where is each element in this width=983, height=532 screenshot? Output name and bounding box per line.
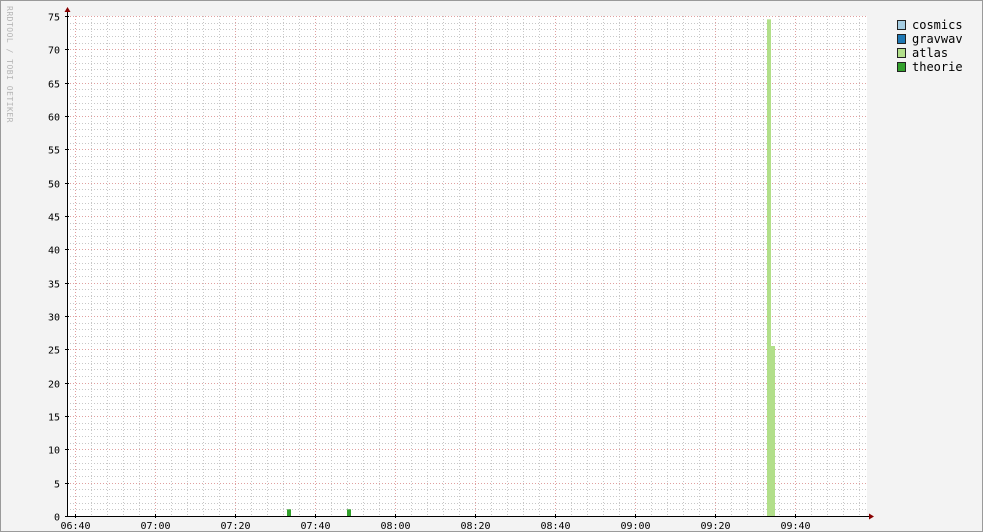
bar-atlas — [771, 346, 775, 516]
chart: 0 5 10 15 20 25 30 35 40 45 50 55 60 65 70 75 06:40 07:00… — [48, 7, 874, 531]
legend-swatch-cosmics — [897, 20, 906, 30]
legend-item-theorie: theorie — [897, 60, 963, 74]
legend-item-cosmics: cosmics — [897, 18, 963, 32]
bar-theorie — [347, 509, 351, 516]
legend-swatch-gravwav — [897, 34, 906, 44]
x-tick-label: 07:20 — [220, 521, 250, 531]
legend-label-cosmics: cosmics — [912, 18, 963, 32]
y-tick-label: 60 — [48, 113, 60, 124]
x-tick-label: 09:20 — [700, 521, 730, 531]
y-tick-label: 25 — [48, 346, 60, 357]
x-tick-label: 07:40 — [300, 521, 330, 531]
bar-theorie — [287, 509, 291, 516]
y-tick-label: 0 — [54, 513, 60, 524]
legend: cosmics gravwav atlas theorie — [897, 18, 963, 74]
legend-swatch-theorie — [897, 62, 906, 72]
x-tick-label: 09:40 — [780, 521, 810, 531]
y-tick-label: 75 — [48, 13, 60, 24]
legend-label-theorie: theorie — [912, 60, 963, 74]
x-tick-label: 08:20 — [460, 521, 490, 531]
legend-item-gravwav: gravwav — [897, 32, 963, 46]
x-axis-arrow — [869, 513, 874, 520]
y-tick-label: 65 — [48, 80, 60, 91]
x-tick-label: 09:00 — [620, 521, 650, 531]
y-tick-label: 20 — [48, 380, 60, 391]
x-tick-label: 07:00 — [140, 521, 170, 531]
x-tick-label: 06:40 — [60, 521, 90, 531]
y-tick-label: 10 — [48, 446, 60, 457]
legend-label-atlas: atlas — [912, 46, 949, 60]
y-tick-label: 15 — [48, 413, 60, 424]
y-tick-label: 55 — [48, 146, 60, 157]
y-tick-label: 50 — [48, 180, 60, 191]
y-tick-label: 40 — [48, 246, 60, 257]
x-tick-label: 08:00 — [380, 521, 410, 531]
legend-item-atlas: atlas — [897, 46, 963, 60]
x-tick-label: 08:40 — [540, 521, 570, 531]
y-axis-arrow — [64, 7, 71, 12]
y-tick-label: 5 — [54, 480, 60, 491]
graph-frame: RRDTOOL / TOBI OETIKER 0 5 10 15 20 25 30 35 40 4… — [0, 0, 983, 532]
bar-atlas — [767, 19, 771, 516]
y-tick-label: 35 — [48, 280, 60, 291]
y-tick-label: 45 — [48, 213, 60, 224]
y-tick-label: 70 — [48, 46, 60, 57]
legend-label-gravwav: gravwav — [912, 32, 963, 46]
y-tick-label: 30 — [48, 313, 60, 324]
legend-swatch-atlas — [897, 48, 906, 58]
